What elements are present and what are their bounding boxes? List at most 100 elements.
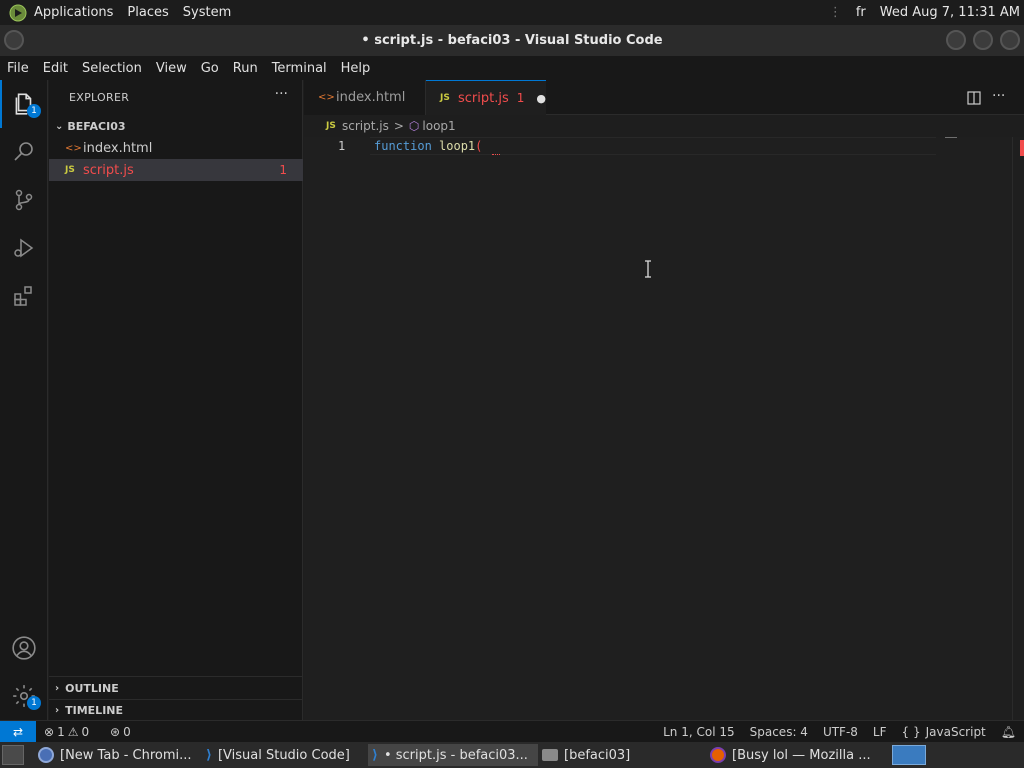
- account-icon: [12, 636, 36, 660]
- tab-problem-count: 1: [516, 91, 525, 105]
- window-menu-button[interactable]: [4, 30, 24, 50]
- accounts-button[interactable]: [0, 624, 48, 672]
- error-squiggle: [492, 152, 500, 155]
- manage-badge: 1: [27, 696, 41, 710]
- scrollbar-error-marker: [1020, 140, 1024, 156]
- panel-menu: Applications Places System: [0, 0, 251, 25]
- breadcrumb-file[interactable]: script.js: [342, 119, 389, 133]
- ports-count: 0: [123, 724, 131, 739]
- warning-count: 0: [81, 724, 90, 739]
- code-identifier: loop1: [439, 139, 476, 153]
- bell-icon[interactable]: 🔔︎: [1001, 725, 1016, 739]
- menu-run[interactable]: Run: [226, 61, 265, 76]
- explorer-button[interactable]: 1: [0, 80, 48, 128]
- maximize-button[interactable]: [973, 30, 993, 50]
- more-actions-icon[interactable]: ···: [992, 88, 1005, 104]
- source-control-icon: [15, 189, 33, 211]
- menu-help[interactable]: Help: [334, 61, 378, 76]
- code-paren: (: [475, 139, 483, 153]
- outline-label: OUTLINE: [65, 681, 119, 695]
- breadcrumb-symbol[interactable]: loop1: [422, 119, 455, 133]
- keyboard-layout[interactable]: fr: [856, 5, 866, 20]
- status-bar: ⇄ ⊗ 1 ⚠ 0 ⊛ 0 Ln 1, Col 15 Spaces: 4 UTF…: [0, 720, 1024, 742]
- activity-bar: 1 1: [0, 80, 48, 720]
- menu-view[interactable]: View: [149, 61, 194, 76]
- end-of-line[interactable]: LF: [873, 725, 887, 739]
- language-mode[interactable]: { } JavaScript: [902, 725, 986, 739]
- indentation[interactable]: Spaces: 4: [750, 725, 808, 739]
- menu-terminal[interactable]: Terminal: [265, 61, 334, 76]
- search-button[interactable]: [0, 128, 48, 176]
- breadcrumb-separator: >: [393, 119, 404, 133]
- task-vscode[interactable]: ⟩ [Visual Studio Code]: [206, 744, 366, 766]
- workspace-switcher[interactable]: [892, 745, 926, 765]
- task-folder[interactable]: [befaci03]: [542, 744, 702, 766]
- menu-edit[interactable]: Edit: [36, 61, 75, 76]
- taskbar: [New Tab - Chromi... ⟩ [Visual Studio Co…: [0, 742, 1024, 768]
- source-control-button[interactable]: [0, 176, 48, 224]
- top-panel: Applications Places System ⋮ fr Wed Aug …: [0, 0, 1024, 25]
- menubar: File Edit Selection View Go Run Terminal…: [0, 56, 1024, 80]
- run-debug-icon: [14, 238, 34, 258]
- clock[interactable]: Wed Aug 7, 11:31 AM: [880, 5, 1020, 20]
- applications-menu[interactable]: Applications: [34, 5, 113, 20]
- code-editor[interactable]: 1 function loop1(: [304, 137, 1024, 720]
- tab-script-js[interactable]: JS script.js 1 ●: [426, 80, 546, 115]
- tab-index-html[interactable]: <> index.html: [304, 80, 426, 115]
- extensions-button[interactable]: [0, 272, 48, 320]
- braces-icon: { }: [901, 724, 921, 739]
- vscode-icon: ⟩: [372, 747, 378, 763]
- task-chromium[interactable]: [New Tab - Chromi...: [38, 744, 198, 766]
- menu-file[interactable]: File: [0, 61, 36, 76]
- encoding[interactable]: UTF-8: [823, 725, 858, 739]
- file-name: script.js: [83, 162, 134, 178]
- language-label: JavaScript: [925, 724, 986, 739]
- unsaved-dot-icon[interactable]: ●: [536, 92, 546, 105]
- firefox-icon: [710, 747, 726, 763]
- system-menu[interactable]: System: [183, 5, 231, 20]
- close-button[interactable]: [1000, 30, 1020, 50]
- line-number: 1: [338, 139, 346, 153]
- file-item-index-html[interactable]: <> index.html: [49, 137, 303, 159]
- js-file-icon: JS: [65, 165, 75, 175]
- chevron-right-icon: ›: [55, 704, 60, 716]
- explorer-sidebar: EXPLORER ··· ⌄ BEFACI03 <> index.html JS…: [49, 80, 303, 720]
- manage-button[interactable]: 1: [0, 672, 48, 720]
- task-script-js[interactable]: ⟩ • script.js - befaci03...: [368, 744, 538, 766]
- minimize-button[interactable]: [946, 30, 966, 50]
- task-label: [Visual Studio Code]: [217, 747, 350, 763]
- ports-indicator[interactable]: ⊛ 0: [110, 721, 131, 742]
- explorer-more-button[interactable]: ···: [275, 86, 288, 102]
- task-label: [befaci03]: [564, 747, 631, 763]
- broadcast-icon: ⊛: [110, 724, 121, 739]
- menu-go[interactable]: Go: [194, 61, 226, 76]
- symbol-icon: ⬡: [408, 119, 420, 133]
- task-firefox[interactable]: [Busy lol — Mozilla ...: [710, 744, 880, 766]
- error-icon: ⊗: [44, 724, 55, 739]
- html-file-icon: <>: [65, 142, 82, 154]
- file-item-script-js[interactable]: JS script.js 1: [49, 159, 303, 181]
- outline-section[interactable]: › OUTLINE: [49, 677, 303, 699]
- run-debug-button[interactable]: [0, 224, 48, 272]
- chevron-right-icon: ›: [55, 682, 60, 694]
- cursor-position[interactable]: Ln 1, Col 15: [663, 725, 735, 739]
- places-menu[interactable]: Places: [127, 5, 168, 20]
- tab-label: script.js: [458, 90, 509, 106]
- split-editor-icon[interactable]: [966, 90, 982, 106]
- scrollbar[interactable]: [1012, 137, 1024, 720]
- explorer-badge: 1: [27, 104, 41, 118]
- error-count: 1: [57, 724, 65, 739]
- warning-icon: ⚠: [67, 724, 79, 739]
- problems-indicator[interactable]: ⊗ 1 ⚠ 0: [44, 721, 89, 742]
- show-desktop-button[interactable]: [2, 745, 24, 765]
- timeline-section[interactable]: › TIMELINE: [49, 699, 303, 721]
- extensions-icon: [14, 286, 32, 306]
- code-keyword: function: [374, 139, 432, 153]
- remote-button[interactable]: ⇄: [0, 721, 36, 742]
- folder-header[interactable]: ⌄ BEFACI03: [49, 115, 303, 137]
- editor-tabs: <> index.html JS script.js 1 ● ···: [304, 80, 1024, 115]
- task-label: [Busy lol — Mozilla ...: [732, 747, 871, 763]
- panel-right: ⋮ fr Wed Aug 7, 11:31 AM: [829, 0, 1020, 25]
- menu-selection[interactable]: Selection: [75, 61, 149, 76]
- timeline-label: TIMELINE: [65, 703, 124, 717]
